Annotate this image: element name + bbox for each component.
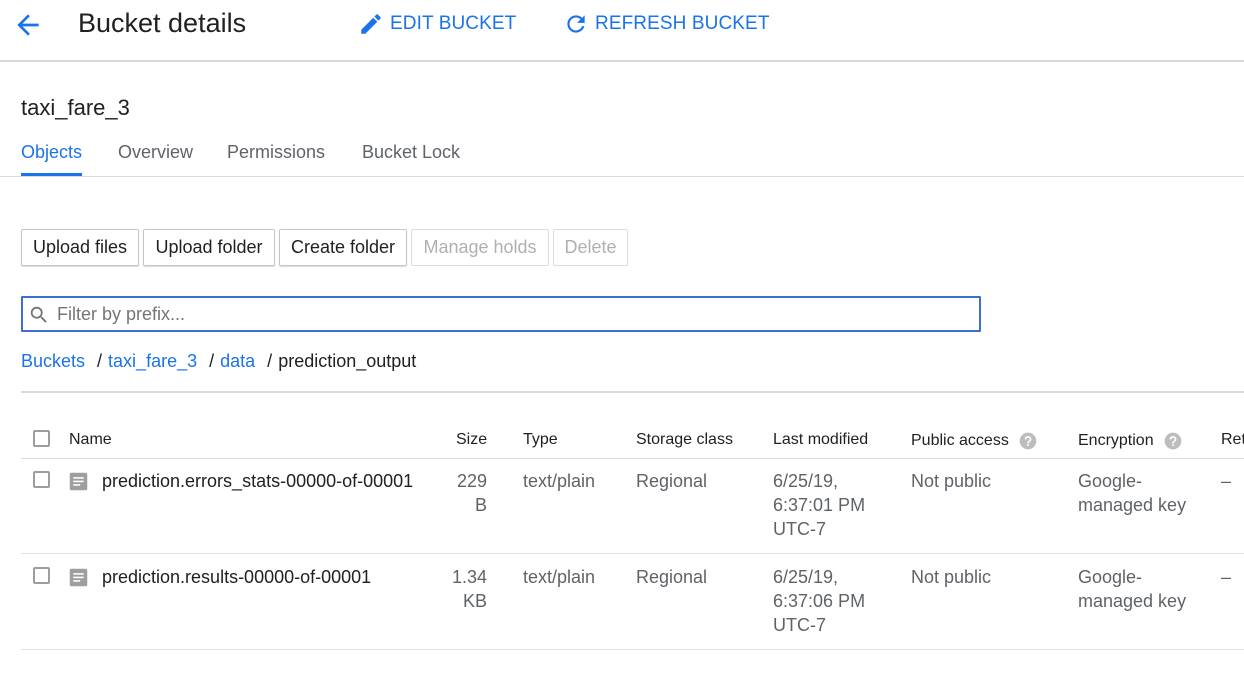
object-size-value: 229 [456,471,487,491]
refresh-bucket-button[interactable]: REFRESH BUCKET [563,10,770,38]
divider [21,391,1244,393]
upload-folder-button[interactable]: Upload folder [143,229,275,266]
arrow-back-icon [17,14,39,36]
active-tab-indicator [21,173,82,176]
object-encryption: Google- managed key [1078,469,1186,517]
row-checkbox[interactable] [33,567,50,584]
object-storage-class: Regional [636,471,708,491]
object-public-access: Not public [911,471,992,491]
bucket-name: taxi_fare_3 [21,95,130,120]
encryption-line-1: Google- [1078,471,1143,491]
tab-permissions[interactable]: Permissions [227,142,325,163]
breadcrumb-separator: / [97,351,103,371]
object-size: 229 B [440,469,487,517]
filter-input[interactable] [57,302,957,326]
object-name-link[interactable]: prediction.errors_stats-00000-of-00001 [102,469,413,493]
tab-bar: Objects Overview Permissions Bucket Lock [0,136,1244,177]
app-header: Bucket details EDIT BUCKET REFRESH BUCKE… [0,0,1244,62]
help-icon[interactable] [1018,431,1038,451]
encryption-line-2: managed key [1078,591,1187,611]
upload-files-button[interactable]: Upload files [21,229,139,266]
object-size-unit: KB [462,591,487,611]
tab-overview[interactable]: Overview [118,142,193,163]
column-header-retention[interactable]: Ret [1221,431,1244,449]
object-type: text/plain [523,567,596,587]
edit-bucket-button[interactable]: EDIT BUCKET [358,10,516,38]
object-encryption: Google- managed key [1078,565,1186,613]
back-button[interactable] [12,9,44,41]
modified-date: 6/25/19, [773,567,839,587]
breadcrumb-folder[interactable]: data [220,351,255,372]
modified-time: 6:37:01 PM [773,495,866,515]
object-name-link[interactable]: prediction.results-00000-of-00001 [102,565,371,589]
file-icon [69,568,88,587]
help-icon[interactable] [1163,431,1183,451]
object-size-unit: B [474,495,487,515]
modified-zone: UTC-7 [773,615,826,635]
tab-bucket-lock[interactable]: Bucket Lock [362,142,460,163]
delete-button[interactable]: Delete [553,229,628,266]
column-header-size[interactable]: Size [456,431,487,449]
modified-zone: UTC-7 [773,519,826,539]
column-header-last-modified[interactable]: Last modified [773,431,868,449]
row-divider [21,649,1244,650]
refresh-icon [567,15,585,33]
column-header-encryption[interactable]: Encryption [1078,431,1183,451]
refresh-bucket-label: REFRESH BUCKET [595,13,770,34]
object-storage-class: Regional [636,567,708,587]
breadcrumb: Buckets / taxi_fare_3 / data / predictio… [21,351,416,372]
row-checkbox[interactable] [33,471,50,488]
column-header-public-access[interactable]: Public access [911,431,1038,451]
object-public-access: Not public [911,567,992,587]
object-type: text/plain [523,471,596,491]
column-header-encryption-label: Encryption [1078,432,1154,449]
modified-date: 6/25/19, [773,471,839,491]
page-title: Bucket details [78,8,247,38]
column-header-storage-class[interactable]: Storage class [636,431,733,449]
filter-box [21,296,981,332]
encryption-line-1: Google- [1078,567,1143,587]
table-header-divider [21,458,1244,459]
breadcrumb-bucket[interactable]: taxi_fare_3 [108,351,197,372]
column-header-public-access-label: Public access [911,432,1009,449]
object-retention: – [1221,567,1232,587]
column-header-name[interactable]: Name [69,431,112,449]
object-retention: – [1221,471,1232,491]
select-all-checkbox[interactable] [33,430,50,447]
edit-bucket-label: EDIT BUCKET [390,13,517,34]
object-size-value: 1.34 [451,567,487,587]
column-header-type[interactable]: Type [523,431,558,449]
row-divider [21,553,1244,554]
object-last-modified: 6/25/19, 6:37:01 PM UTC-7 [773,469,865,541]
encryption-line-2: managed key [1078,495,1187,515]
breadcrumb-current: prediction_output [278,351,417,371]
manage-holds-button[interactable]: Manage holds [411,229,549,266]
object-size: 1.34 KB [440,565,487,613]
breadcrumb-separator: / [267,351,273,371]
create-folder-button[interactable]: Create folder [279,229,407,266]
tab-objects[interactable]: Objects [21,142,82,163]
breadcrumb-separator: / [209,351,215,371]
breadcrumb-buckets[interactable]: Buckets [21,351,85,372]
pencil-icon [361,14,381,34]
search-icon [30,306,47,323]
modified-time: 6:37:06 PM [773,591,866,611]
file-icon [69,472,88,491]
object-last-modified: 6/25/19, 6:37:06 PM UTC-7 [773,565,865,637]
